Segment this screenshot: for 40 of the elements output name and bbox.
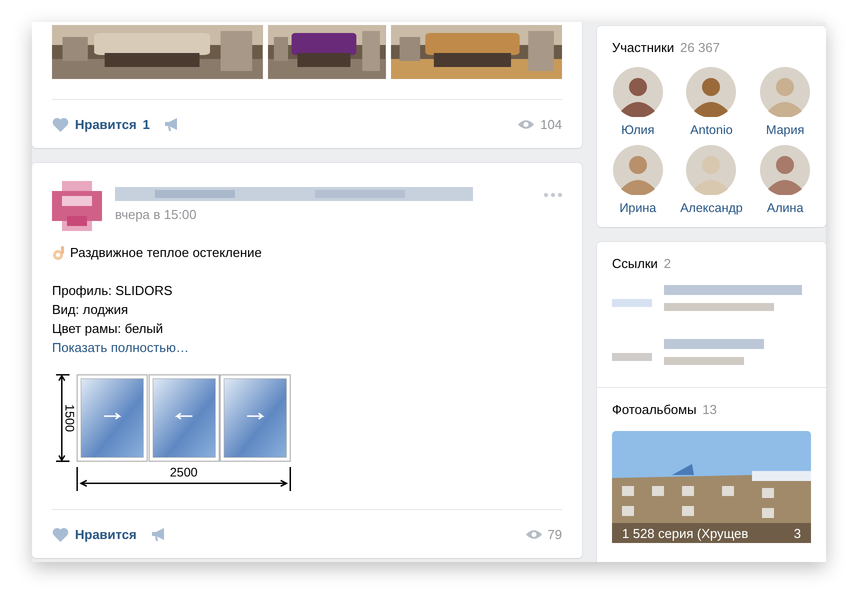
- section-count: 13: [702, 402, 717, 417]
- avatar: [686, 67, 736, 117]
- post-time: вчера в 15:00: [115, 207, 198, 222]
- album-caption: 1 528 серия (Хрущев: [622, 526, 748, 541]
- member[interactable]: Мария: [748, 67, 822, 137]
- avatar: [686, 145, 736, 195]
- dimension-label: 2500: [170, 466, 198, 480]
- more-icon[interactable]: [544, 193, 562, 197]
- member[interactable]: Antonio: [674, 67, 748, 137]
- heart-icon: [52, 526, 69, 542]
- section-title: Фотоальбомы: [612, 402, 696, 417]
- member[interactable]: Ирина: [601, 145, 675, 215]
- avatar: [612, 145, 663, 195]
- post-text-line: Цвет рамы: белый: [52, 320, 164, 338]
- avatar: [612, 67, 663, 117]
- like-button[interactable]: Нравится 1: [52, 116, 150, 132]
- section-count: 2: [664, 256, 672, 271]
- heart-icon: [52, 116, 69, 132]
- show-more-link[interactable]: Показать полностью…: [52, 338, 189, 357]
- view-count: 79: [548, 526, 562, 542]
- megaphone-icon[interactable]: [150, 526, 167, 542]
- avatar: [760, 67, 810, 117]
- like-button[interactable]: Нравится: [52, 526, 137, 542]
- post-text-line: Вид: лоджия: [52, 301, 130, 319]
- member[interactable]: Алина: [748, 145, 822, 215]
- album-photo-count: 3: [794, 526, 801, 541]
- eye-icon: [526, 528, 542, 540]
- avatar-drawing: [52, 181, 102, 231]
- avatar: [760, 145, 810, 195]
- section-count: 26 367: [680, 40, 720, 55]
- section-title: Участники: [612, 40, 674, 55]
- post-text-line: Профиль: SLIDORS: [52, 282, 174, 300]
- member[interactable]: Юлия: [601, 67, 675, 137]
- dimension-label: 1500: [62, 404, 77, 432]
- megaphone-icon[interactable]: [164, 116, 180, 132]
- eye-icon: [518, 118, 534, 130]
- view-count: 104: [540, 116, 562, 132]
- member[interactable]: Александр: [674, 145, 748, 215]
- section-title: Ссылки: [612, 256, 658, 271]
- post-headline: Раздвижное теплое остекление: [70, 244, 262, 262]
